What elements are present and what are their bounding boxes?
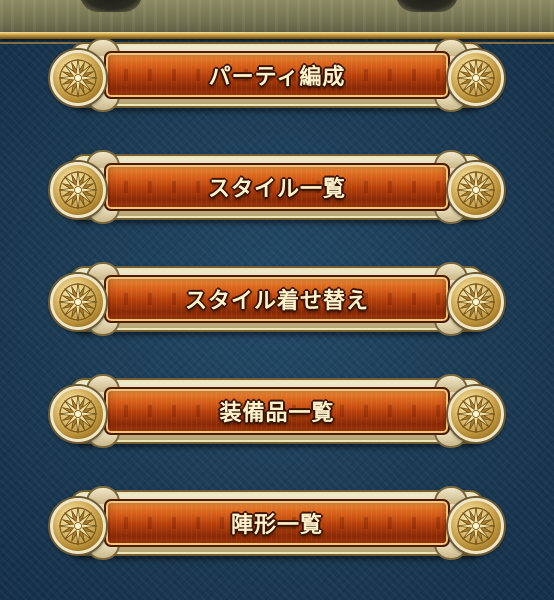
compass-star-icon: [50, 386, 106, 442]
equipment-list-button[interactable]: 装備品一覧: [50, 374, 504, 448]
button-label: パーティ編成: [208, 65, 346, 90]
button-plate: スタイル一覧: [104, 163, 450, 211]
button-label: 装備品一覧: [219, 401, 335, 426]
compass-star-glyph: [58, 58, 98, 98]
compass-star-glyph: [58, 394, 98, 434]
compass-star-icon: [448, 162, 504, 218]
button-plate: パーティ編成: [104, 51, 450, 99]
frieze-ornament-left: [80, 0, 142, 12]
compass-star-icon: [50, 162, 106, 218]
style-change-outfit-button[interactable]: スタイル着せ替え: [50, 262, 504, 336]
compass-star-icon: [448, 498, 504, 554]
button-label: スタイル一覧: [207, 177, 346, 202]
party-formation-button[interactable]: パーティ編成: [50, 38, 504, 112]
style-list-button[interactable]: スタイル一覧: [50, 150, 504, 224]
compass-star-glyph: [456, 170, 496, 210]
compass-star-glyph: [456, 394, 496, 434]
button-plate: 陣形一覧: [104, 499, 450, 547]
formation-list-button[interactable]: 陣形一覧: [50, 486, 504, 560]
frieze-ornament-right: [396, 0, 458, 12]
compass-star-glyph: [58, 506, 98, 546]
compass-star-glyph: [58, 170, 98, 210]
compass-star-glyph: [456, 282, 496, 322]
button-plate: スタイル着せ替え: [104, 275, 450, 323]
compass-star-icon: [448, 274, 504, 330]
button-label: スタイル着せ替え: [184, 289, 369, 314]
compass-star-icon: [50, 50, 106, 106]
compass-star-icon: [448, 386, 504, 442]
compass-star-glyph: [456, 58, 496, 98]
main-menu: パーティ編成 スタイル一覧 スタイル着せ替え 装備品一覧 陣形一覧: [50, 38, 504, 598]
top-frieze: [0, 0, 554, 34]
button-plate: 装備品一覧: [104, 387, 450, 435]
compass-star-glyph: [456, 506, 496, 546]
compass-star-icon: [50, 498, 106, 554]
compass-star-icon: [50, 274, 106, 330]
compass-star-glyph: [58, 282, 98, 322]
button-label: 陣形一覧: [230, 513, 323, 538]
compass-star-icon: [448, 50, 504, 106]
